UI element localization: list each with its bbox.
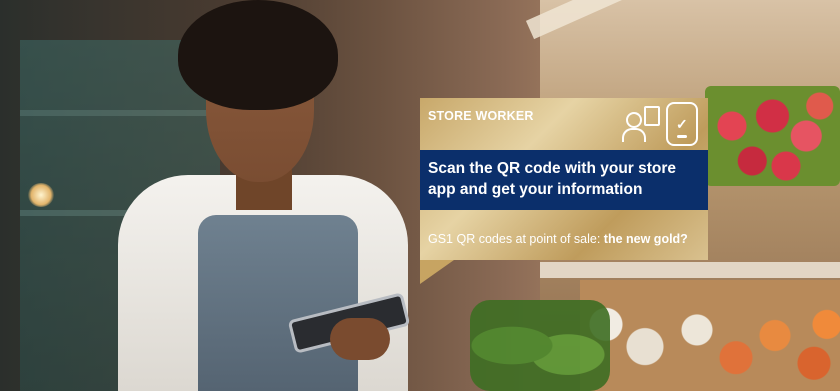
worker-body-shape [622, 128, 646, 142]
subline-emphasis: the new gold? [603, 232, 688, 246]
worker-head-shape [626, 112, 642, 128]
hair [178, 0, 338, 110]
produce-vegetables [580, 280, 840, 391]
lamp-light [28, 183, 54, 207]
store-worker-figure [118, 0, 448, 391]
headline-text: Scan the QR code with your store app and… [428, 160, 677, 198]
produce-greens [470, 300, 610, 391]
banner-pointer [420, 260, 454, 284]
banner-tag: STORE WORKER [428, 109, 534, 123]
apron [198, 215, 358, 391]
hand [330, 318, 390, 360]
subline-text[interactable]: GS1 QR codes at point of sale: the new g… [428, 232, 688, 246]
phone-scan-icon: ✓ [666, 102, 698, 146]
check-icon: ✓ [676, 116, 688, 132]
clipboard-shape [644, 106, 660, 126]
headline-box: Scan the QR code with your store app and… [420, 150, 708, 210]
info-banner[interactable]: STORE WORKER ✓ Scan the QR code with you… [420, 98, 708, 290]
produce-tomatoes [705, 86, 840, 186]
store-worker-icon [620, 104, 660, 142]
subline-intro: GS1 QR codes at point of sale: [428, 232, 604, 246]
